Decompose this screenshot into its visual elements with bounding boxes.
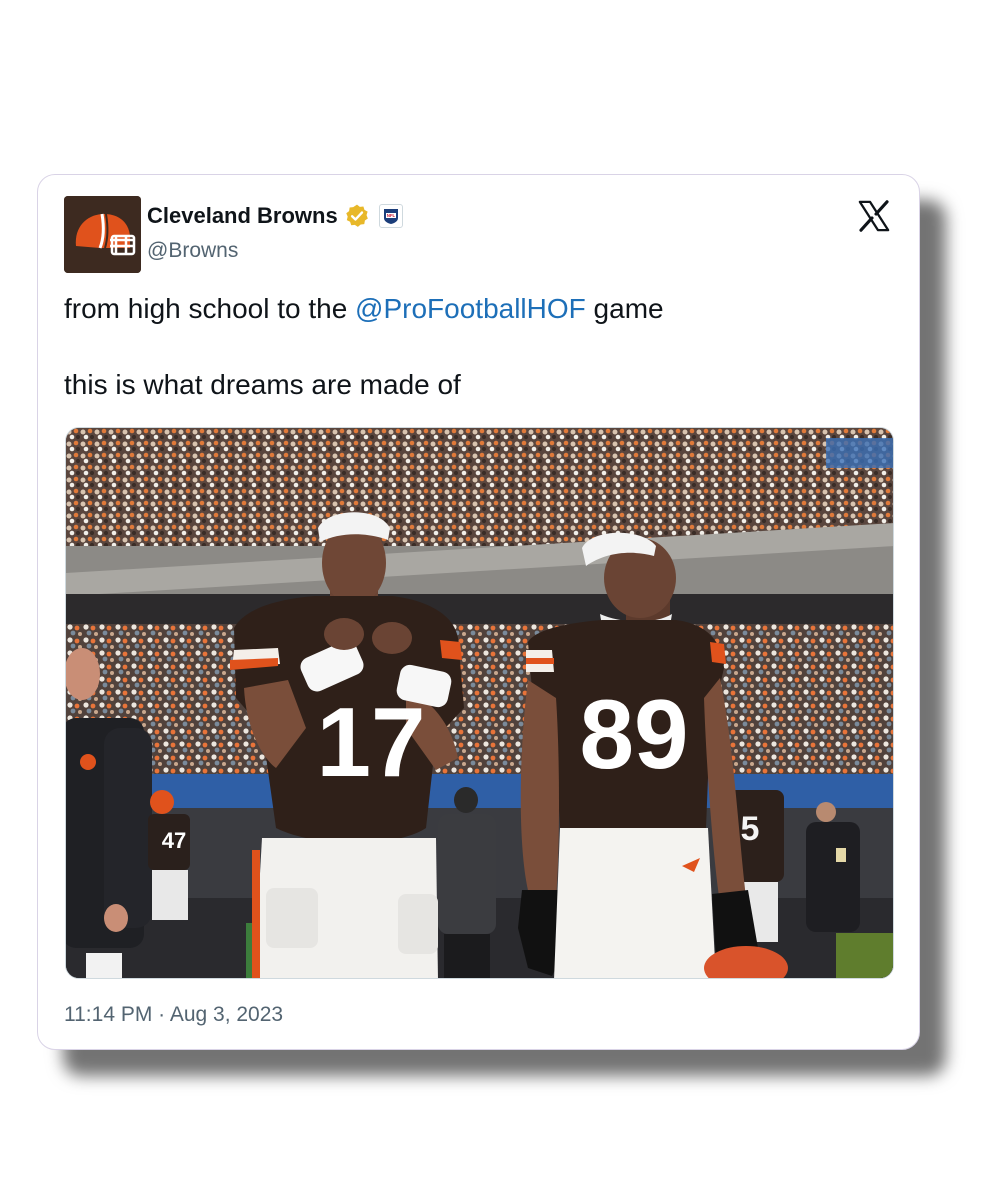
tweet-timestamp[interactable]: 11:14 PM · Aug 3, 2023: [64, 1003, 283, 1027]
tweet-card: Cleveland Browns NFL @Browns from high s…: [37, 174, 920, 1050]
author-handle[interactable]: @Browns: [147, 239, 238, 263]
photo-illustration: 47 5 17 89: [66, 428, 893, 978]
jersey-47-number: 47: [162, 828, 186, 853]
background-person: [438, 787, 496, 978]
browns-helmet-icon: [64, 196, 141, 273]
author-name-row: Cleveland Browns NFL: [147, 203, 403, 229]
author-name[interactable]: Cleveland Browns: [147, 203, 338, 229]
jersey-5-number: 5: [741, 810, 760, 848]
tweet-text-line-2: this is what dreams are made of: [64, 369, 461, 400]
author-avatar[interactable]: [64, 196, 141, 273]
x-logo-icon[interactable]: [857, 199, 891, 233]
jersey-17-number: 17: [316, 687, 425, 797]
jersey-89-number: 89: [579, 679, 688, 789]
tweet-text-after: game: [585, 293, 664, 324]
verified-badge-icon: [345, 204, 368, 227]
nfl-logo-icon: NFL: [383, 209, 398, 224]
tweet-text-line-1: from high school to the @ProFootballHOF …: [64, 293, 664, 325]
tweet-text-before: from high school to the: [64, 293, 356, 324]
tweet-photo[interactable]: 47 5 17 89: [65, 427, 894, 979]
mention-link[interactable]: @ProFootballHOF: [355, 293, 586, 324]
affiliation-badge[interactable]: NFL: [378, 204, 403, 228]
svg-text:NFL: NFL: [387, 213, 396, 218]
